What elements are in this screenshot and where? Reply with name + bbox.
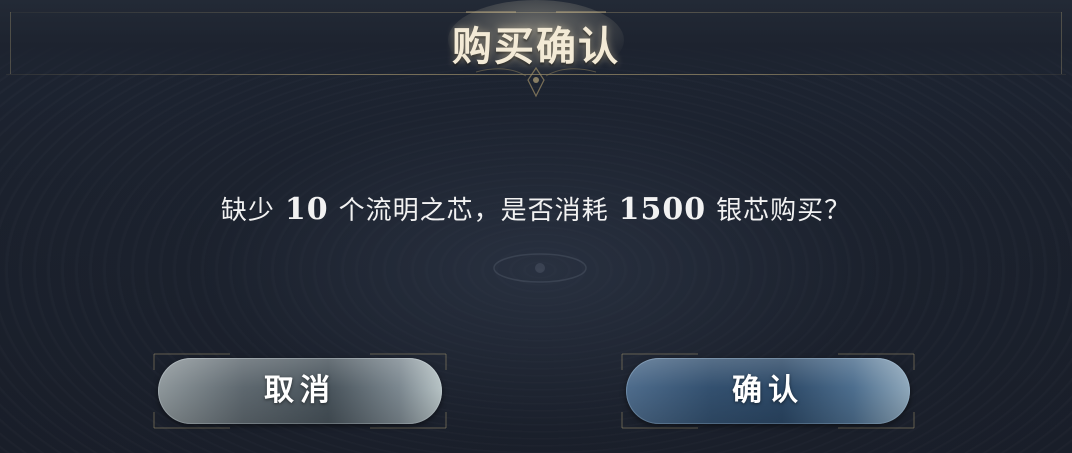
purchase-confirm-dialog: 购买确认 缺少 10 个流明之芯，是否消耗 1500 银芯购买？ 取消 确认 <box>0 0 1072 453</box>
dialog-title: 购买确认 <box>452 23 620 70</box>
header-bottom-border <box>6 74 1066 75</box>
confirm-button[interactable]: 确认 <box>626 358 910 424</box>
missing-count: 10 <box>284 192 329 227</box>
background-ornament-icon <box>493 253 587 283</box>
header-top-border <box>10 12 1062 13</box>
header-right-border <box>1061 12 1062 74</box>
message-text-part2: 个流明之芯，是否消耗 <box>338 196 609 226</box>
header-left-border <box>10 12 11 74</box>
message-text-part1: 缺少 <box>220 196 275 226</box>
message-text-part3: 银芯购买？ <box>716 196 852 226</box>
confirm-button-label: 确认 <box>732 373 804 408</box>
cancel-button[interactable]: 取消 <box>158 358 442 424</box>
confirm-message: 缺少 10 个流明之芯，是否消耗 1500 银芯购买？ <box>0 190 1072 227</box>
cost-amount: 1500 <box>618 192 707 227</box>
cancel-button-label: 取消 <box>264 373 336 408</box>
